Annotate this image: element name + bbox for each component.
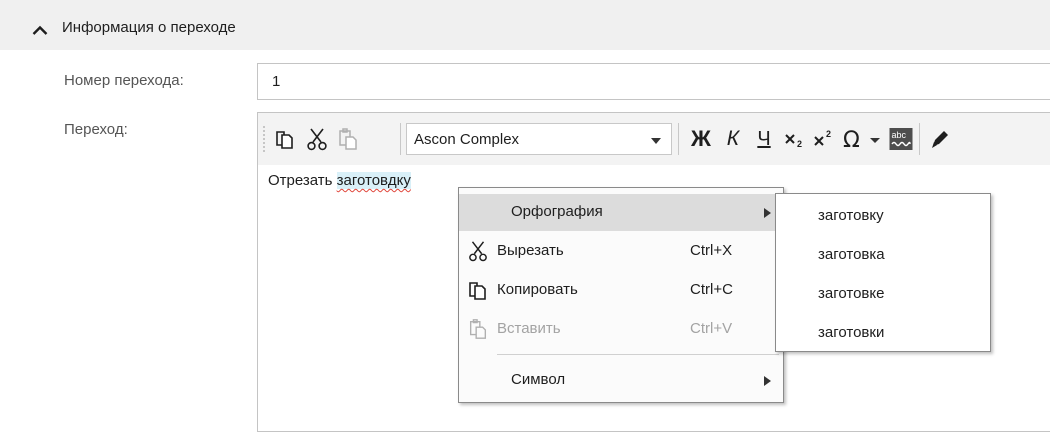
chevron-down-icon: [651, 138, 661, 144]
pencil-icon: [932, 131, 948, 148]
menu-item-label: Орфография: [511, 203, 603, 220]
svg-text:2: 2: [797, 139, 802, 149]
omega-icon: Ω: [843, 128, 880, 151]
menu-item-label: Символ: [511, 371, 566, 388]
transition-label: Переход:: [64, 121, 128, 138]
context-menu: Орфография Вырезать Ctrl+X Копировать Ct…: [458, 187, 784, 403]
chevron-up-icon[interactable]: [32, 25, 48, 35]
paste-icon: [469, 319, 487, 339]
menu-item-copy[interactable]: Копировать Ctrl+C: [459, 272, 783, 309]
menu-item-shortcut: Ctrl+X: [690, 242, 733, 259]
menu-item-label: Вырезать: [497, 242, 564, 259]
menu-item-shortcut: Ctrl+V: [690, 320, 733, 337]
number-input[interactable]: 1: [257, 63, 1050, 100]
section-title: Информация о переходе: [62, 19, 236, 36]
menu-item-paste[interactable]: Вставить Ctrl+V: [459, 311, 783, 348]
section-header[interactable]: Информация о переходе: [0, 0, 1050, 50]
copy-button[interactable]: [271, 125, 299, 153]
superscript-icon: 2: [814, 129, 831, 146]
submenu-arrow-icon: [764, 208, 771, 218]
menu-item-label: Копировать: [497, 281, 578, 298]
svg-text:Ω: Ω: [843, 128, 860, 151]
editor-text-plain: Отрезать: [268, 172, 337, 189]
toolbar-separator: [678, 123, 679, 155]
svg-text:abc: abc: [892, 130, 907, 140]
spelling-suggestions-menu: заготовку заготовка заготовке заготовки: [775, 193, 991, 352]
toolbar-separator: [400, 123, 401, 155]
editor-content[interactable]: Отрезать заготовдку: [268, 172, 411, 189]
svg-text:2: 2: [826, 129, 831, 139]
menu-item-shortcut: Ctrl+C: [690, 281, 733, 298]
copy-icon: [469, 282, 486, 300]
suggestion-item[interactable]: заготовки: [818, 324, 884, 341]
toolbar-separator: [919, 123, 920, 155]
paste-button[interactable]: [334, 125, 362, 153]
underline-button[interactable]: Ч: [752, 125, 776, 153]
font-select[interactable]: Ascon Complex: [406, 123, 672, 155]
editor-toolbar: Ascon Complex Ж К Ч 2 2 Ω abc: [258, 113, 1050, 165]
spellcheck-icon: abc: [889, 128, 913, 150]
spellcheck-button[interactable]: abc: [888, 125, 914, 153]
copy-icon: [276, 131, 293, 149]
menu-item-spelling[interactable]: Орфография: [459, 194, 783, 231]
subscript-button[interactable]: 2: [782, 125, 806, 153]
menu-separator: [497, 354, 779, 355]
suggestion-item[interactable]: заготовке: [818, 285, 884, 302]
superscript-button[interactable]: 2: [811, 125, 835, 153]
cut-button[interactable]: [303, 125, 331, 153]
paste-icon: [339, 128, 357, 150]
cut-icon: [307, 128, 327, 151]
number-label: Номер перехода:: [64, 72, 184, 89]
font-name: Ascon Complex: [414, 131, 520, 148]
menu-item-cut[interactable]: Вырезать Ctrl+X: [459, 233, 783, 270]
number-value: 1: [272, 73, 281, 90]
pencil-button[interactable]: [926, 125, 954, 153]
special-symbol-button[interactable]: Ω: [842, 125, 884, 153]
misspelled-word[interactable]: заготовдку: [336, 172, 411, 189]
italic-button[interactable]: К: [721, 125, 745, 153]
submenu-arrow-icon: [764, 376, 771, 386]
suggestion-item[interactable]: заготовку: [818, 207, 884, 224]
bold-button[interactable]: Ж: [688, 125, 714, 153]
cut-icon: [469, 241, 487, 262]
menu-item-symbol[interactable]: Символ: [459, 362, 783, 399]
suggestion-item[interactable]: заготовка: [818, 246, 885, 263]
toolbar-grip[interactable]: [263, 125, 265, 153]
subscript-icon: 2: [785, 134, 802, 149]
menu-item-label: Вставить: [497, 320, 561, 337]
